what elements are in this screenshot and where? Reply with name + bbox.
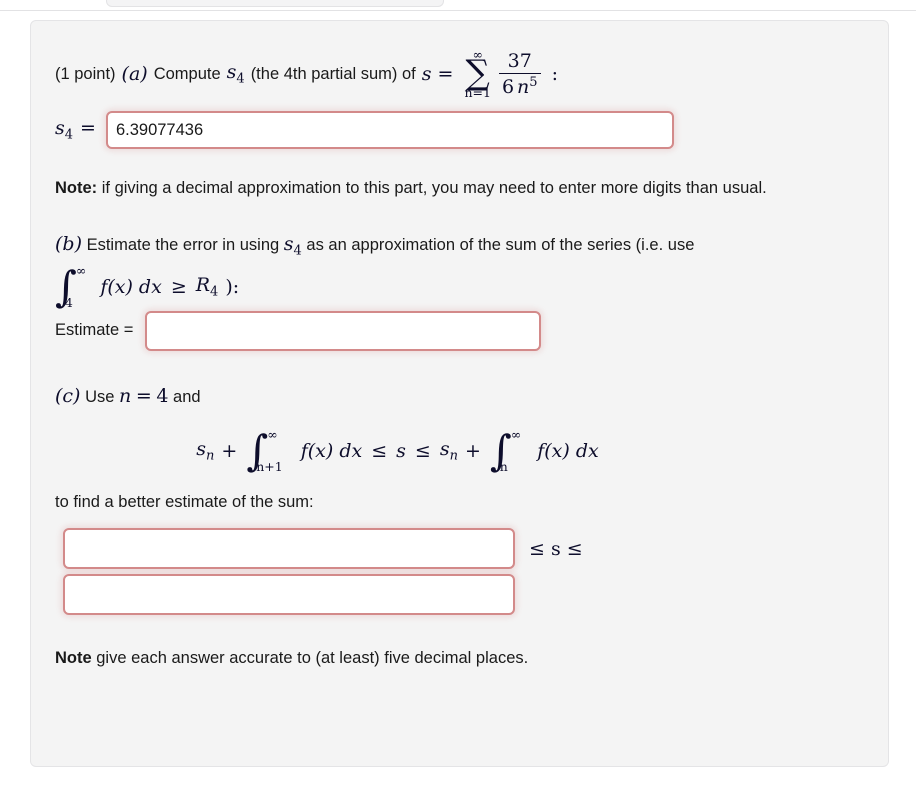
part-b-integrand: f(x) dx	[100, 275, 162, 298]
part-c-answer-block: ≤ s ≤	[43, 527, 860, 615]
part-b-text-before: Estimate the error in using	[86, 236, 280, 255]
integral-b-limits: ∞ 4	[65, 262, 87, 310]
part-c-text-after: and	[173, 387, 201, 406]
part-a-letter: (a)	[121, 63, 148, 85]
part-a-prompt: (1 point) (a) Compute s4 (the 4th partia…	[43, 45, 860, 103]
final-note-bold-prefix: Note	[55, 648, 92, 667]
part-c-block: (c) Use n = 4 and sn + ∫ ∞ n+1 f(x) dx ≤…	[43, 381, 860, 474]
part-a-prompt-before: Compute	[153, 64, 221, 83]
part-c-text-before: Use	[85, 387, 115, 406]
series-variable: s	[421, 63, 432, 85]
points-label: (1 point)	[55, 64, 116, 83]
part-a-answer-label: s4 =	[55, 117, 96, 143]
formula-left-term: sn	[196, 438, 215, 464]
part-c-prompt: (c) Use n = 4 and	[55, 381, 860, 411]
sandwich-inequality-operator: ≤ s ≤	[529, 537, 583, 560]
part-a-prompt-middle: (the 4th partial sum) of	[250, 64, 416, 83]
part-a-note: Note: if giving a decimal approximation …	[43, 175, 867, 201]
series-fraction: 37 6 n5	[498, 49, 541, 99]
part-b-letter-text: (b)	[55, 233, 82, 256]
formula-left-plus: +	[221, 440, 238, 463]
bound-inputs-group	[63, 527, 515, 615]
part-b-remainder: R4	[195, 273, 219, 300]
upper-bound-input[interactable]	[63, 573, 515, 615]
part-c-inequality-formula: sn + ∫ ∞ n+1 f(x) dx ≤ s ≤ sn + ∫ ∞ n f(…	[55, 427, 860, 474]
sigma-notation: ∞ ∑ n=1	[464, 48, 491, 100]
formula-middle-s: s	[396, 440, 406, 463]
part-c-variable: n	[119, 384, 132, 407]
integral-c-right: ∫ ∞ n	[490, 427, 522, 474]
integral-b-upper-limit: ∞	[75, 262, 87, 278]
formula-right-plus: +	[464, 440, 481, 463]
formula-left-integrand: f(x) dx	[300, 440, 363, 463]
estimate-input[interactable]	[145, 310, 542, 351]
formula-rel-1: ≤	[371, 440, 388, 463]
problem-panel: (1 point) (a) Compute s4 (the 4th partia…	[30, 20, 889, 767]
sum-lower-limit: n=1	[464, 84, 491, 100]
part-b-closing: ):	[225, 275, 240, 298]
equals-sign: =	[437, 63, 454, 85]
top-partial-panel	[106, 0, 444, 7]
part-b-prompt: (b) Estimate the error in using s4 as an…	[55, 229, 873, 262]
integral-c-left-lower-limit: n+1	[256, 459, 283, 475]
part-a-answer-input[interactable]	[105, 111, 674, 149]
fraction-numerator: 37	[507, 49, 532, 72]
part-c-value: 4	[156, 384, 169, 407]
fraction-denominator: 6 n5	[501, 75, 538, 99]
note-a-bold-prefix: Note:	[55, 179, 98, 197]
part-b-relation: ≥	[170, 275, 187, 298]
integral-c-right-upper-limit: ∞	[510, 427, 522, 443]
integral-b-lower-limit: 4	[64, 294, 73, 310]
formula-right-integrand: f(x) dx	[537, 440, 599, 463]
note-a-text: if giving a decimal approximation to thi…	[97, 179, 767, 197]
part-c-equals: =	[135, 384, 152, 407]
part-c-instruction: to find a better estimate of the sum:	[55, 493, 314, 512]
integral-c-left-upper-limit: ∞	[267, 427, 278, 443]
part-c-letter: (c)	[55, 384, 81, 407]
integral-c-left: ∫ ∞ n+1	[246, 427, 282, 474]
part-b-variable-s4: s4	[283, 233, 302, 259]
estimate-label: Estimate =	[55, 321, 134, 340]
part-b-text-after: as an approximation of the sum of the se…	[306, 236, 695, 255]
summation-expression: ∞ ∑ n=1 37 6 n5 :	[459, 48, 558, 100]
final-note-text: give each answer accurate to (at least) …	[91, 648, 529, 667]
formula-right-term: sn	[439, 438, 458, 464]
integral-b: ∫ ∞ 4	[55, 262, 87, 310]
integral-c-right-limits: ∞ n	[500, 427, 522, 474]
final-note: Note give each answer accurate to (at le…	[43, 645, 860, 671]
part-a-answer-row: s4 =	[43, 111, 860, 149]
integral-c-left-limits: ∞ n+1	[256, 427, 282, 474]
part-b-integral-expression: ∫ ∞ 4 f(x) dx ≥ R4 ):	[53, 262, 873, 310]
header-divider	[0, 10, 916, 11]
trailing-colon: :	[551, 62, 558, 85]
lower-bound-input[interactable]	[63, 527, 515, 569]
formula-rel-2: ≤	[414, 440, 431, 463]
part-a-variable-s4: s4	[226, 61, 245, 87]
part-b-block: (b) Estimate the error in using s4 as an…	[43, 229, 873, 310]
part-b-estimate-row: Estimate =	[43, 310, 860, 351]
integral-c-right-lower-limit: n	[499, 459, 508, 475]
